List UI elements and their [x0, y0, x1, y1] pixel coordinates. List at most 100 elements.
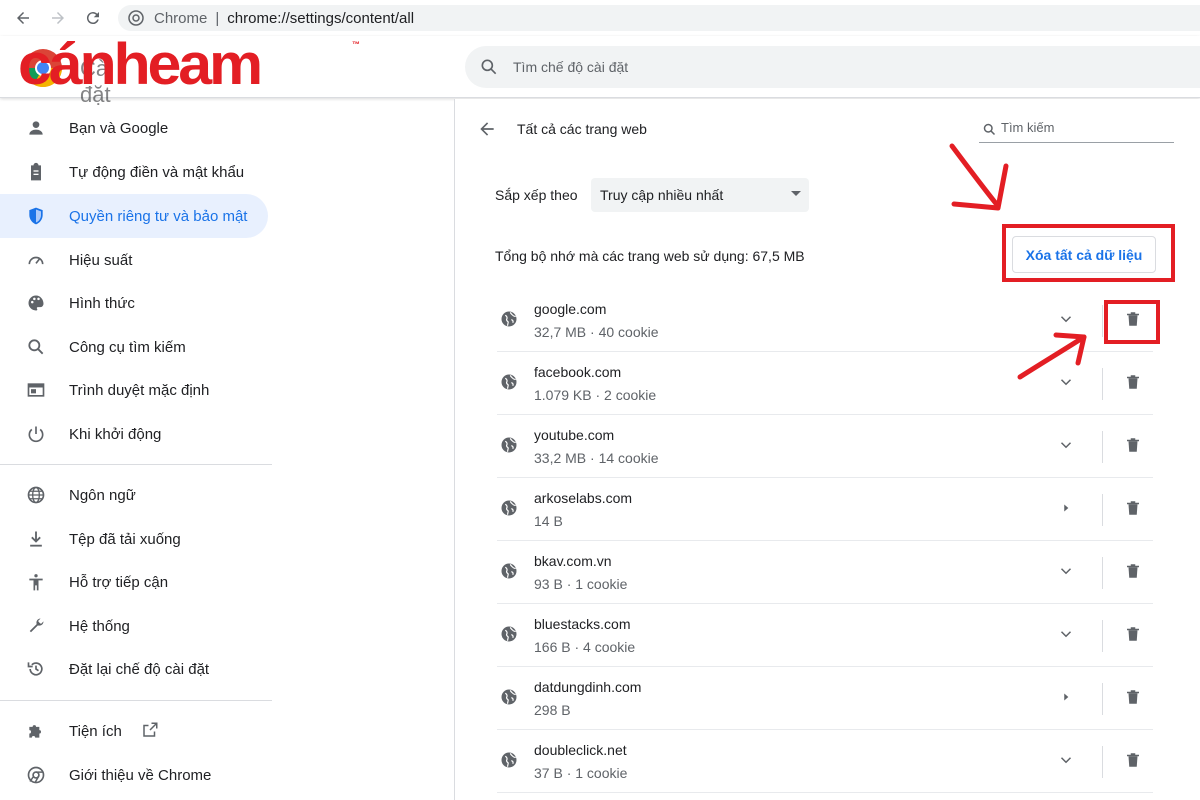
- all-sites-panel: Tất cả các trang web Tìm kiếm Sắp xếp th…: [454, 99, 1200, 800]
- annotation-arrow-up: [1017, 332, 1087, 380]
- download-icon: [25, 528, 47, 550]
- search-placeholder: Tìm chế độ cài đặt: [513, 59, 629, 75]
- accessibility-icon: [25, 571, 47, 593]
- external-link-icon: [141, 721, 159, 744]
- sidebar-item-label: Đặt lại chế độ cài đặt: [69, 660, 210, 678]
- sidebar-item-appearance[interactable]: Hình thức: [0, 281, 268, 325]
- logo-wordmark: cánheam: [18, 32, 263, 97]
- sidebar-item-default-browser[interactable]: Trình duyệt mặc định: [0, 368, 268, 412]
- sidebar-item-search-engine[interactable]: Công cụ tìm kiếm: [0, 325, 268, 369]
- globe-icon: [500, 310, 518, 328]
- search-placeholder: Tìm kiếm: [1001, 120, 1055, 135]
- globe-icon: [500, 688, 518, 706]
- trash-icon[interactable]: [1122, 749, 1144, 771]
- sidebar-item-label: Khi khởi động: [69, 425, 162, 443]
- sort-dropdown[interactable]: Truy cập nhiều nhất: [591, 178, 809, 212]
- sidebar: Bạn và Google Tự động điền và mật khẩu Q…: [0, 99, 272, 800]
- sidebar-item-extensions[interactable]: Tiện ích: [0, 709, 268, 753]
- row-divider: [1102, 431, 1103, 463]
- sidebar-item-downloads[interactable]: Tệp đã tải xuống: [0, 517, 268, 561]
- search-icon: [983, 123, 996, 136]
- site-usage: 32,7 MB · 40 cookie: [534, 324, 659, 340]
- sort-label: Sắp xếp theo: [495, 187, 578, 203]
- row-divider: [1102, 557, 1103, 589]
- sidebar-item-reset-settings[interactable]: Đặt lại chế độ cài đặt: [0, 647, 268, 691]
- chevron-down-icon[interactable]: [1055, 434, 1077, 456]
- browser-window-icon: [25, 379, 47, 401]
- reload-icon[interactable]: [82, 7, 104, 29]
- site-row[interactable]: arkoselabs.com 14 B: [497, 478, 1153, 541]
- row-divider: [1102, 494, 1103, 526]
- total-storage-text: Tổng bộ nhớ mà các trang web sử dụng: 67…: [495, 248, 805, 264]
- back-arrow-icon[interactable]: [477, 119, 499, 141]
- chrome-icon: [128, 10, 144, 26]
- row-divider: [1102, 683, 1103, 715]
- annotation-box-clear-all: [1002, 224, 1175, 282]
- search-icon: [25, 336, 47, 358]
- settings-header: Cài đặt cánheam ™ Tìm chế độ cài đặt: [0, 32, 1200, 107]
- trash-icon[interactable]: [1122, 560, 1144, 582]
- sidebar-item-languages[interactable]: Ngôn ngữ: [0, 473, 268, 517]
- address-bar[interactable]: Chrome | chrome://settings/content/all: [118, 5, 1200, 31]
- puzzle-icon: [25, 720, 47, 742]
- chevron-down-icon[interactable]: [1055, 560, 1077, 582]
- globe-icon: [500, 562, 518, 580]
- site-name: doubleclick.net: [534, 742, 627, 758]
- trash-icon[interactable]: [1122, 497, 1144, 519]
- sidebar-item-autofill[interactable]: Tự động điền và mật khẩu: [0, 150, 268, 194]
- sidebar-item-you-and-google[interactable]: Bạn và Google: [0, 106, 268, 150]
- site-name: datdungdinh.com: [534, 679, 642, 695]
- site-name: bluestacks.com: [534, 616, 631, 632]
- sidebar-item-label: Hệ thống: [69, 617, 130, 635]
- site-usage: 166 B · 4 cookie: [534, 639, 636, 655]
- sidebar-item-label: Hiệu suất: [69, 251, 133, 269]
- sidebar-item-system[interactable]: Hệ thống: [0, 604, 268, 648]
- site-row[interactable]: doubleclick.net 37 B · 1 cookie: [497, 730, 1153, 793]
- trash-icon[interactable]: [1122, 686, 1144, 708]
- globe-icon: [500, 625, 518, 643]
- row-divider: [1102, 368, 1103, 400]
- sidebar-item-label: Tự động điền và mật khẩu: [69, 163, 245, 181]
- back-icon[interactable]: [12, 7, 34, 29]
- settings-search-input[interactable]: Tìm chế độ cài đặt: [465, 46, 1200, 88]
- site-row[interactable]: bkav.com.vn 93 B · 1 cookie: [497, 541, 1153, 604]
- globe-icon: [500, 751, 518, 769]
- sidebar-item-about-chrome[interactable]: Giới thiệu về Chrome: [0, 753, 268, 797]
- reset-icon: [25, 658, 47, 680]
- annotation-box-trash: [1104, 300, 1160, 344]
- forward-icon[interactable]: [47, 7, 69, 29]
- globe-icon: [500, 373, 518, 391]
- sidebar-item-label: Quyền riêng tư và bảo mật: [69, 207, 248, 225]
- chevron-down-icon[interactable]: [1055, 749, 1077, 771]
- site-row[interactable]: datdungdinh.com 298 B: [497, 667, 1153, 730]
- globe-icon: [500, 499, 518, 517]
- palette-icon: [25, 292, 47, 314]
- chevron-down-icon[interactable]: [1055, 623, 1077, 645]
- sort-selected-value: Truy cập nhiều nhất: [600, 187, 724, 203]
- site-usage: 14 B: [534, 513, 563, 529]
- site-row[interactable]: bluestacks.com 166 B · 4 cookie: [497, 604, 1153, 667]
- arrow-right-icon[interactable]: [1055, 497, 1077, 519]
- sidebar-divider: [0, 700, 272, 701]
- sidebar-item-performance[interactable]: Hiệu suất: [0, 238, 268, 282]
- trash-icon[interactable]: [1122, 623, 1144, 645]
- sidebar-item-label: Tiện ích: [69, 722, 122, 740]
- site-name: google.com: [534, 301, 607, 317]
- browser-name: Chrome: [154, 9, 208, 27]
- sidebar-item-privacy-security[interactable]: Quyền riêng tư và bảo mật: [0, 194, 268, 238]
- site-name: youtube.com: [534, 427, 615, 443]
- clipboard-icon: [25, 161, 47, 183]
- site-usage: 33,2 MB · 14 cookie: [534, 450, 659, 466]
- dropdown-caret-icon: [791, 191, 801, 196]
- trash-icon[interactable]: [1122, 434, 1144, 456]
- globe-icon: [500, 436, 518, 454]
- sidebar-item-on-startup[interactable]: Khi khởi động: [0, 412, 268, 456]
- wrench-icon: [25, 615, 47, 637]
- trash-icon[interactable]: [1122, 371, 1144, 393]
- sidebar-item-accessibility[interactable]: Hỗ trợ tiếp cận: [0, 560, 268, 604]
- logo-trademark: ™: [352, 40, 360, 49]
- site-name: facebook.com: [534, 364, 622, 380]
- site-row[interactable]: youtube.com 33,2 MB · 14 cookie: [497, 415, 1153, 478]
- search-icon: [481, 59, 497, 75]
- arrow-right-icon[interactable]: [1055, 686, 1077, 708]
